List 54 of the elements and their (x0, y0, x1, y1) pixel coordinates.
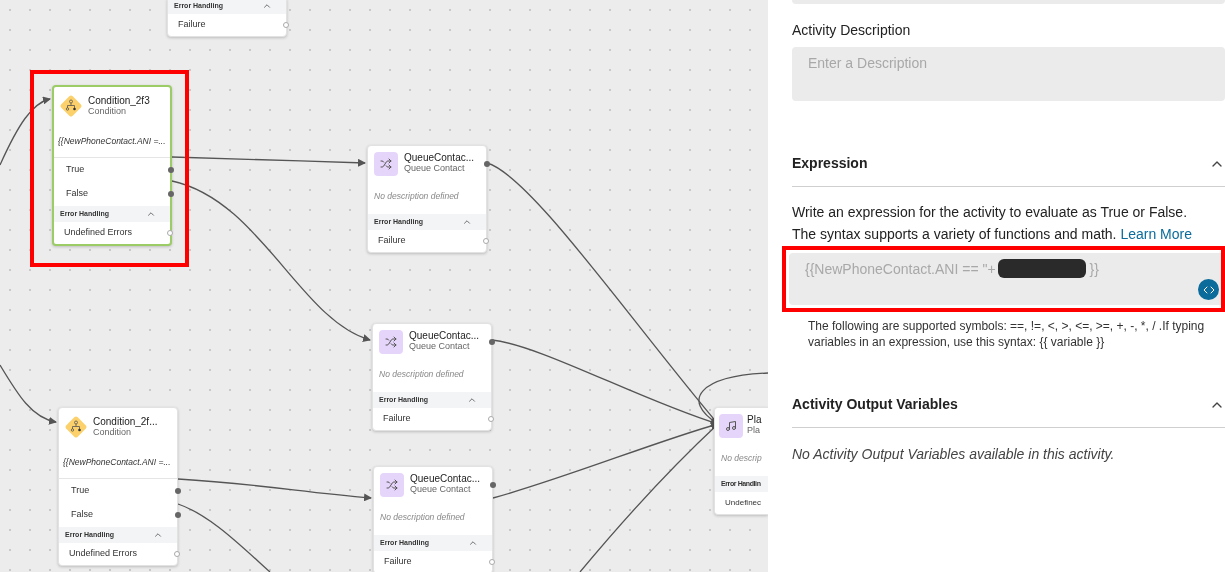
error-output-label: Undefined Errors (64, 226, 133, 240)
branch-output-label: True (71, 484, 90, 498)
caret-icon[interactable] (462, 217, 472, 227)
connector-arrow (0, 364, 57, 425)
shuffle-icon (380, 473, 404, 497)
caret-icon[interactable] (262, 1, 272, 11)
field-label: Activity Description (792, 21, 912, 40)
shuffle-icon (374, 152, 398, 176)
node-type: Condition (93, 427, 133, 438)
error-output-label: Undefined Errors (69, 547, 138, 561)
help-text: variables in an expression, use this syntax: {{ variable }} (808, 334, 1106, 350)
branch-output-label: True (66, 163, 85, 177)
expression-value: }} (1089, 260, 1099, 279)
node-type: Queue Contact (404, 163, 466, 174)
node-title: Condition_2f... (93, 416, 158, 427)
node-type: Pla (747, 425, 761, 436)
node-expression: {{NewPhoneContact.ANI =... (63, 457, 171, 467)
code-editor-button[interactable] (1198, 279, 1219, 300)
syntax-note: The syntax supports a variety of functions and math. Learn More (792, 225, 1193, 243)
node-title: QueueContac... (404, 152, 475, 163)
music-note-icon (719, 414, 743, 438)
empty-state-text: No Activity Output Variables available in this activity. (792, 445, 1116, 464)
caret-icon[interactable] (146, 209, 156, 219)
caret-icon[interactable] (467, 395, 477, 405)
connector-arrow (0, 97, 51, 166)
learn-more-link[interactable]: Learn More (1120, 226, 1192, 242)
node-expression: {{NewPhoneContact.ANI =... (58, 136, 166, 146)
expression-intro: Write an expression for the activity to evaluate as True or False. (792, 203, 1189, 221)
shuffle-icon (379, 330, 403, 354)
caret-icon[interactable] (153, 530, 163, 540)
node-title: QueueContac... (410, 473, 481, 484)
node-type: Queue Contact (409, 341, 471, 352)
error-output-label: Failure (178, 18, 206, 32)
description-field[interactable]: Enter a Description (792, 47, 1225, 101)
node-description: No description defined (374, 191, 459, 201)
caret-icon[interactable] (468, 538, 478, 548)
node-description: No description defined (379, 369, 464, 379)
error-output-label: Failure (378, 234, 406, 248)
node-title: Condition_2f3 (88, 95, 150, 106)
node-description: No descrip (721, 453, 762, 463)
error-output-label: Failure (384, 555, 412, 569)
node-type: Queue Contact (410, 484, 472, 495)
node-title: QueueContac... (409, 330, 480, 341)
branch-output-label: False (66, 187, 88, 201)
error-output-label: Failure (383, 412, 411, 426)
help-text: The following are supported symbols: ==, !=, <, >, <=, >=, +, -, *, / .If typing (808, 318, 1206, 334)
branch-output-label: False (71, 508, 93, 522)
section-title: Expression (792, 154, 868, 173)
node-title: Pla (747, 414, 762, 425)
error-output-label: Undefinec (725, 497, 762, 509)
section-title: Activity Output Variables (792, 395, 958, 414)
node-type: Condition (88, 106, 128, 117)
expression-value: {{NewPhoneContact.ANI == "+ (805, 260, 996, 279)
node-description: No description defined (380, 512, 465, 522)
